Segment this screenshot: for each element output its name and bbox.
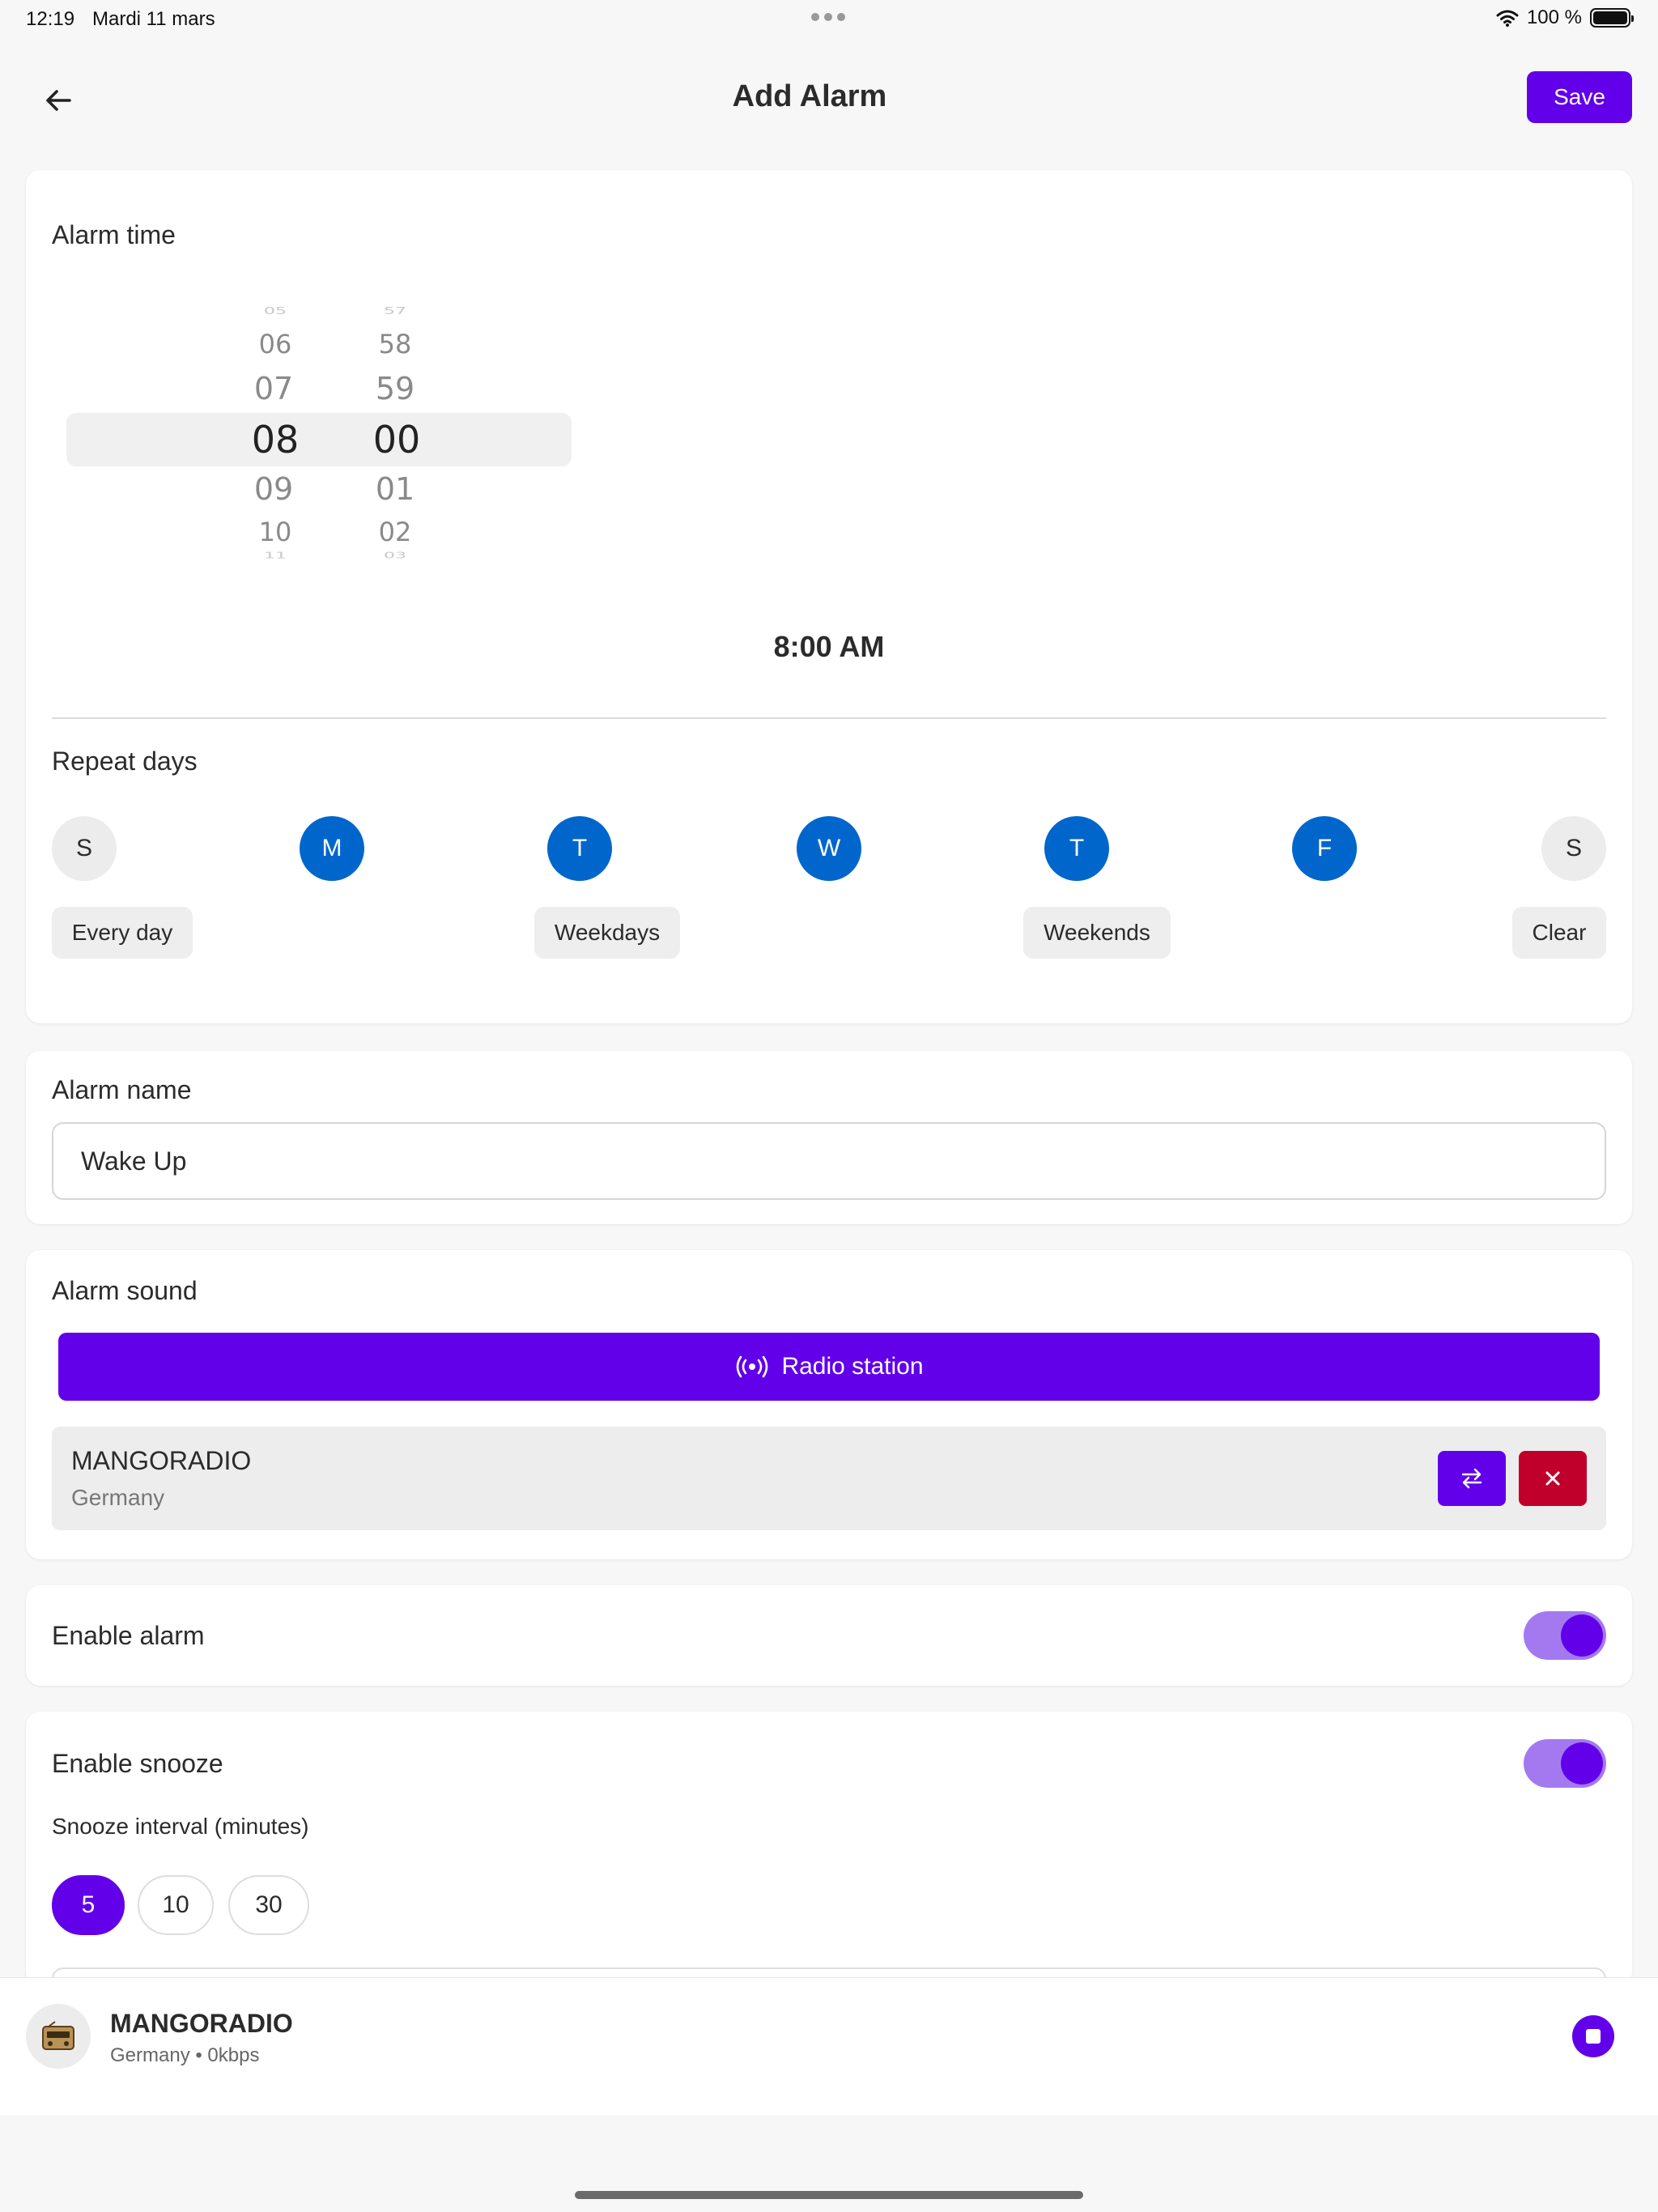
hour-option[interactable]: 05 [235, 306, 316, 317]
station-logo [26, 2004, 91, 2069]
day-toggle-friday[interactable]: F [1292, 816, 1357, 881]
header: Add Alarm Save [0, 65, 1658, 130]
minute-option[interactable]: 59 [355, 371, 436, 406]
enable-alarm-toggle[interactable] [1524, 1611, 1606, 1660]
minute-selected[interactable]: 00 [356, 418, 437, 462]
close-icon [1545, 1471, 1560, 1486]
alarm-time-label: Alarm time [52, 220, 176, 249]
day-toggle-wednesday[interactable]: W [797, 816, 861, 881]
enable-alarm-card: Enable alarm [26, 1585, 1632, 1686]
alarm-name-label: Alarm name [52, 1075, 192, 1104]
snooze-option-10[interactable]: 10 [138, 1875, 214, 1935]
minute-option[interactable]: 02 [355, 517, 436, 547]
enable-snooze-toggle[interactable] [1524, 1739, 1606, 1788]
alarm-time-card: Alarm time 05 06 07 08 09 10 11 57 58 59… [26, 170, 1632, 1023]
divider [52, 717, 1606, 719]
alarm-name-card: Alarm name Wake Up [26, 1051, 1632, 1224]
station-name: MANGORADIO [71, 1446, 252, 1475]
change-station-button[interactable] [1438, 1451, 1506, 1506]
preset-weekdays-button[interactable]: Weekdays [534, 907, 680, 959]
day-toggle-sunday[interactable]: S [52, 816, 117, 881]
battery-percent: 100 % [1526, 6, 1582, 28]
minute-option[interactable]: 03 [355, 551, 436, 559]
snooze-option-5[interactable]: 5 [52, 1875, 125, 1935]
player-station-info: Germany • 0kbps [110, 2044, 260, 2066]
minute-option[interactable]: 58 [355, 329, 436, 359]
snooze-option-30[interactable]: 30 [228, 1875, 309, 1935]
radio-station-label: Radio station [781, 1353, 924, 1380]
mini-player[interactable]: MANGORADIO Germany • 0kbps [0, 1977, 1658, 2115]
hour-option[interactable]: 07 [233, 371, 314, 406]
page-title: Add Alarm [732, 79, 887, 113]
toggle-knob [1561, 1614, 1603, 1657]
day-toggle-thursday[interactable]: T [1044, 816, 1109, 881]
repeat-days-label: Repeat days [52, 747, 198, 776]
alarm-sound-label: Alarm sound [52, 1276, 198, 1305]
alarm-name-input[interactable]: Wake Up [52, 1122, 1606, 1200]
status-time: 12:19 [26, 8, 75, 30]
minute-option[interactable]: 57 [355, 306, 436, 317]
enable-snooze-label: Enable snooze [52, 1749, 223, 1778]
status-bar: 12:19 Mardi 11 mars 100 % [0, 0, 1658, 39]
player-station-name: MANGORADIO [110, 2009, 293, 2038]
day-toggle-monday[interactable]: M [300, 816, 364, 881]
stop-icon [1586, 2029, 1601, 2044]
snooze-interval-label: Snooze interval (minutes) [52, 1814, 309, 1839]
radio-station-button[interactable]: Radio station [58, 1333, 1600, 1401]
swap-icon [1461, 1468, 1482, 1489]
status-indicators: 100 % [1496, 6, 1634, 29]
day-toggle-saturday[interactable]: S [1541, 816, 1606, 881]
wifi-icon [1496, 10, 1519, 27]
multitasking-dots-icon[interactable] [811, 13, 845, 21]
hour-option[interactable]: 10 [235, 517, 316, 547]
time-picker-selection [66, 413, 572, 466]
preset-weekends-button[interactable]: Weekends [1023, 907, 1171, 959]
enable-alarm-label: Enable alarm [52, 1621, 205, 1650]
status-date: Mardi 11 mars [92, 8, 215, 30]
hour-option[interactable]: 06 [235, 329, 316, 359]
hour-selected[interactable]: 08 [235, 418, 316, 462]
radio-broadcast-icon [737, 1355, 768, 1378]
hour-option[interactable]: 11 [235, 551, 316, 559]
alarm-sound-card: Alarm sound Radio station MANGORADIO Ger… [26, 1250, 1632, 1559]
radio-icon [42, 2021, 74, 2050]
preset-clear-button[interactable]: Clear [1512, 907, 1606, 959]
snooze-card: Enable snooze Snooze interval (minutes) [26, 1712, 1632, 2000]
battery-icon [1590, 8, 1634, 28]
station-country: Germany [71, 1485, 165, 1510]
day-toggle-tuesday[interactable]: T [547, 816, 612, 881]
save-button[interactable]: Save [1527, 71, 1632, 123]
preset-every-day-button[interactable]: Every day [52, 907, 193, 959]
toggle-knob [1561, 1742, 1603, 1784]
hour-option[interactable]: 09 [233, 471, 314, 507]
time-display: 8:00 AM [773, 630, 885, 663]
stop-button[interactable] [1572, 2015, 1614, 2057]
selected-station: MANGORADIO Germany [52, 1427, 1606, 1530]
home-indicator[interactable] [575, 2191, 1083, 2199]
remove-station-button[interactable] [1519, 1451, 1587, 1506]
minute-option[interactable]: 01 [355, 471, 436, 507]
